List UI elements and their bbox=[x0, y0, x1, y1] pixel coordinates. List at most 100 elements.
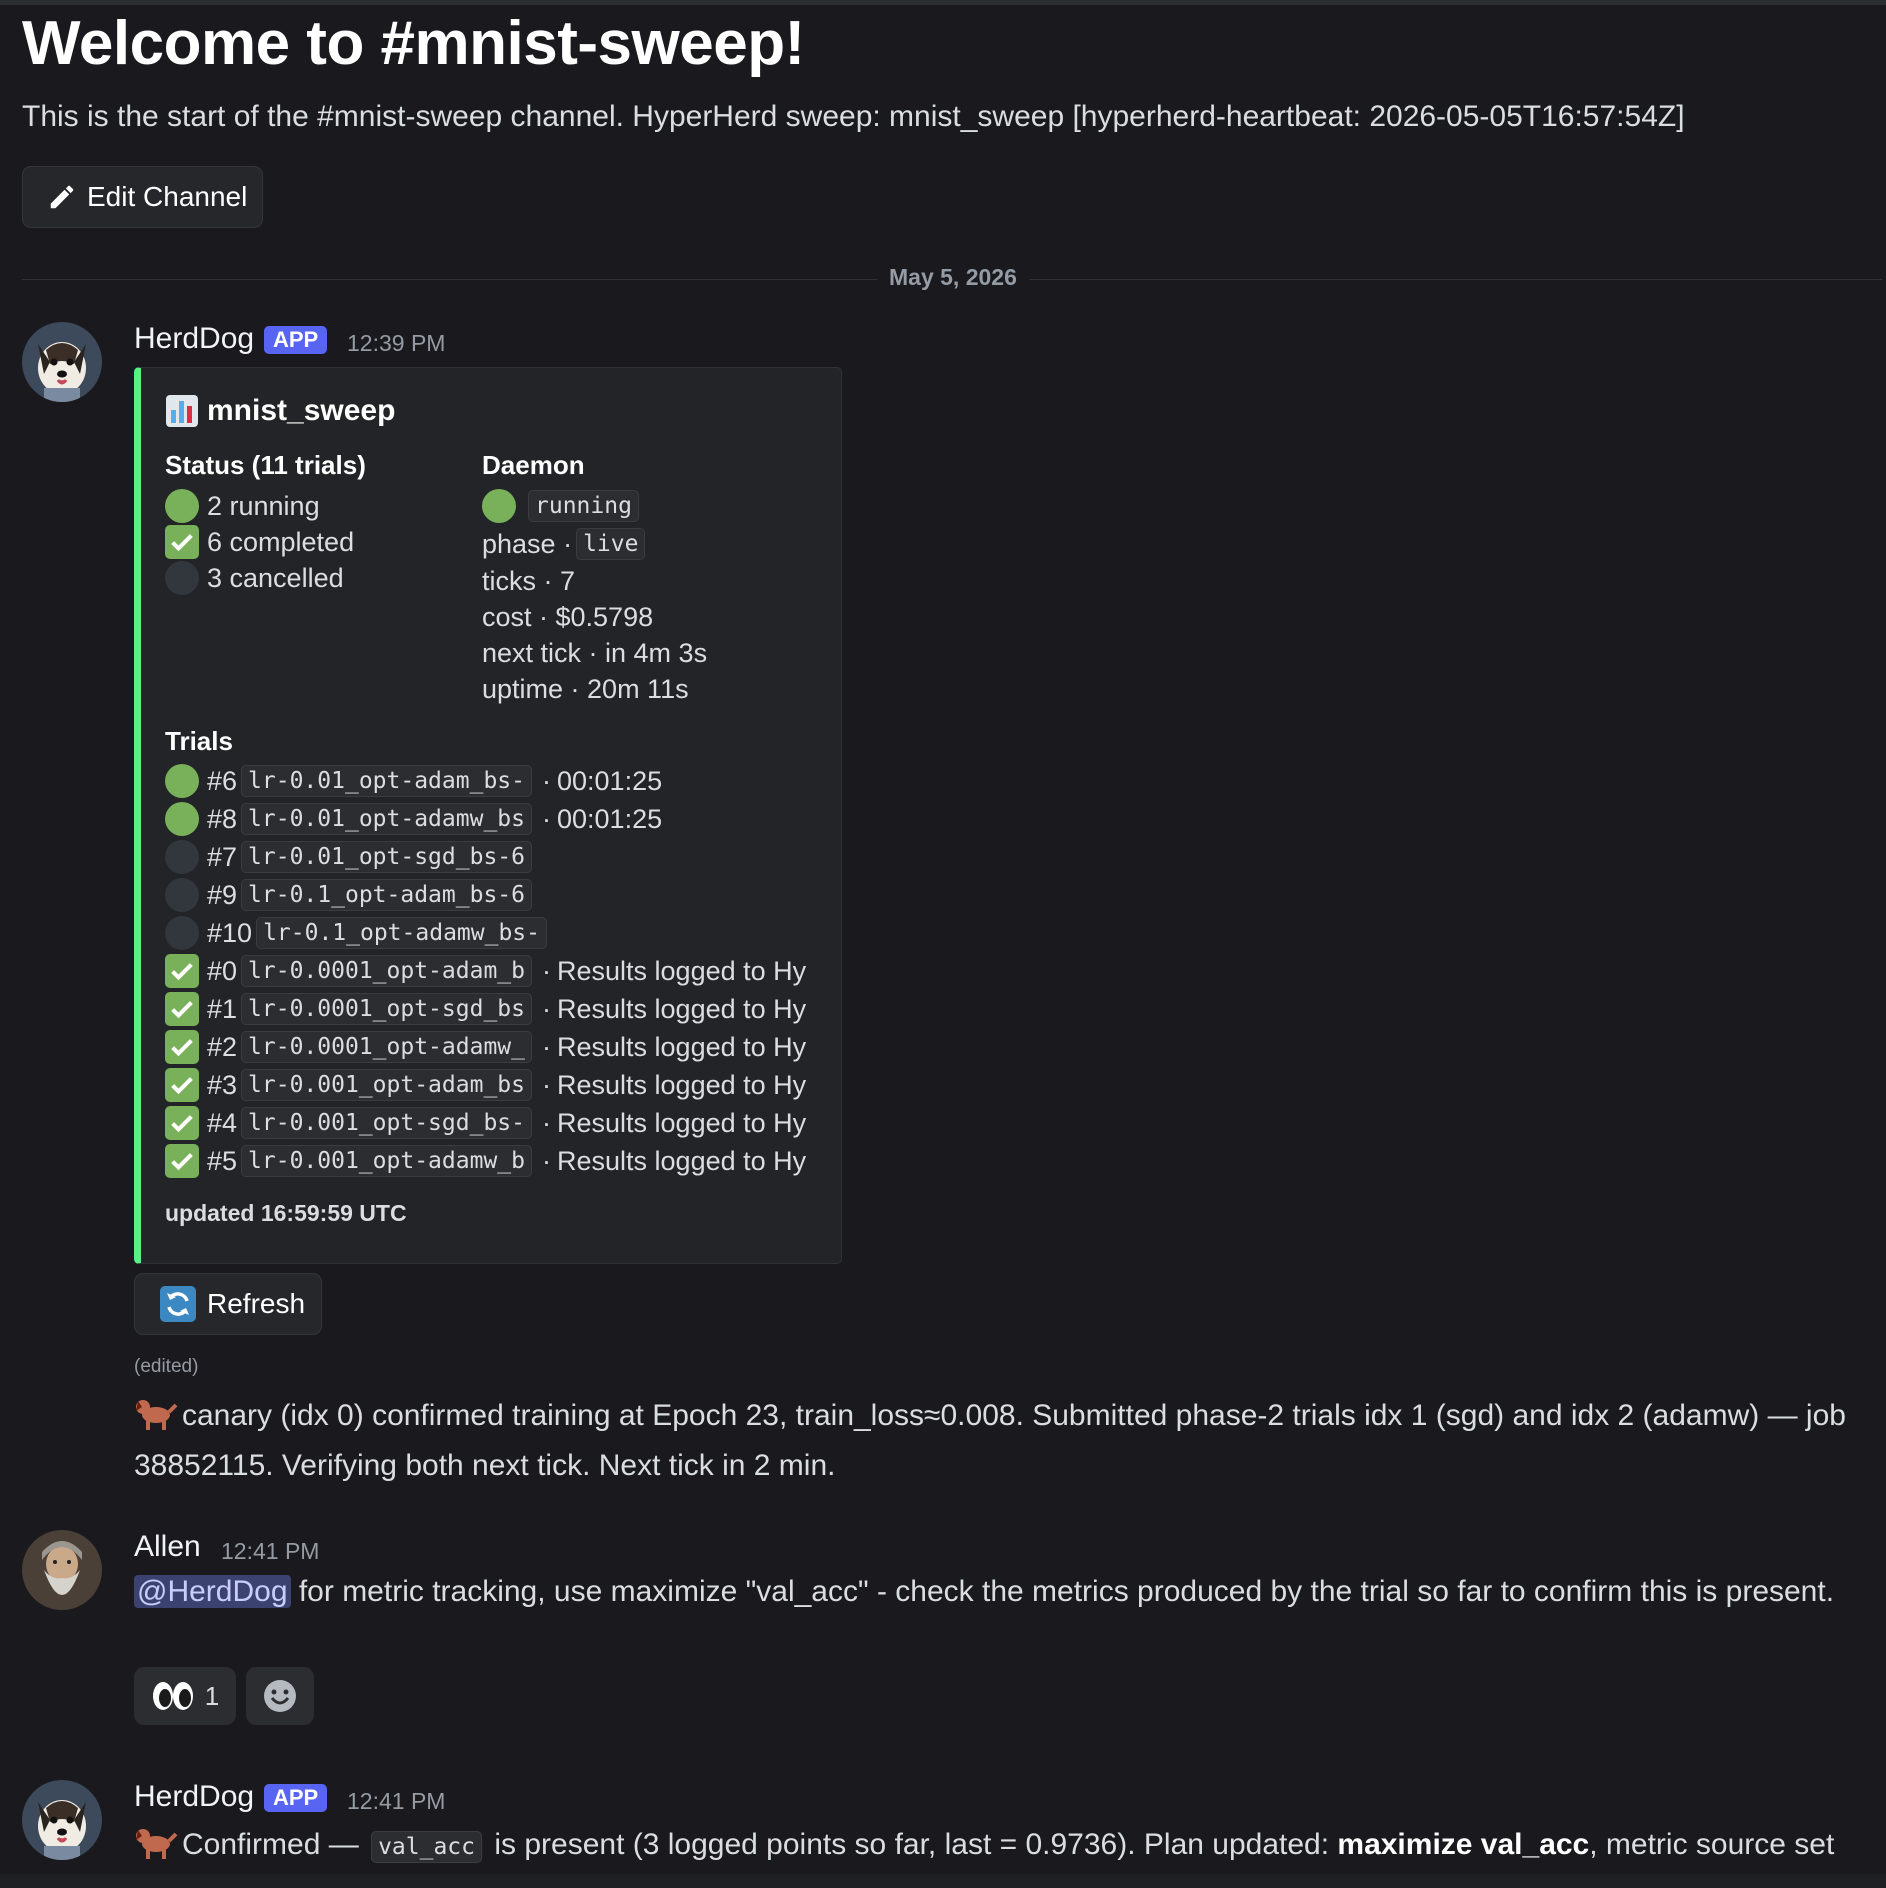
trial-info: 00:01:25 bbox=[557, 803, 663, 834]
daemon-uptime: uptime · 20m 11s bbox=[482, 673, 689, 704]
message-text: Confirmed — val_acc is present (3 logged… bbox=[134, 1823, 1884, 1873]
trial-id: #0 bbox=[207, 955, 238, 986]
daemon-phase: phase · live bbox=[482, 527, 649, 561]
channel-description: This is the start of the #mnist-sweep ch… bbox=[22, 100, 1685, 133]
trial-info: Results logged to Hy bbox=[557, 955, 807, 986]
check-mark-icon bbox=[165, 1030, 199, 1064]
separator-dot: · bbox=[542, 803, 551, 834]
dog-emoji-icon bbox=[134, 1395, 178, 1444]
check-mark-icon bbox=[165, 1068, 199, 1102]
wizard-avatar-icon bbox=[22, 1530, 102, 1610]
trial-info: Results logged to Hy bbox=[557, 1069, 807, 1100]
status-running: 2 running bbox=[165, 489, 320, 523]
check-mark-icon bbox=[165, 954, 199, 988]
trial-row: #5 lr-0.001_opt-adamw_b · Results logged to… bbox=[165, 1144, 806, 1178]
bottom-edge bbox=[0, 1874, 1886, 1888]
message-author[interactable]: HerdDog bbox=[134, 1780, 254, 1814]
dog-avatar-icon bbox=[22, 1780, 102, 1860]
trial-id: #2 bbox=[207, 1031, 238, 1062]
green-circle-icon bbox=[165, 489, 199, 523]
separator-dot: · bbox=[542, 1107, 551, 1138]
trial-id: #8 bbox=[207, 803, 238, 834]
refresh-label: Refresh bbox=[207, 1288, 306, 1319]
trial-id: #4 bbox=[207, 1107, 238, 1138]
pencil-icon bbox=[50, 185, 74, 209]
status-completed: 6 completed bbox=[165, 525, 354, 559]
trial-info: 00:01:25 bbox=[557, 765, 663, 796]
check-mark-icon bbox=[165, 1144, 199, 1178]
date-divider-label: May 5, 2026 bbox=[877, 264, 1029, 291]
check-mark-icon bbox=[165, 992, 199, 1026]
status-heading: Status (11 trials) bbox=[165, 450, 366, 480]
trial-id: #5 bbox=[207, 1145, 238, 1176]
trial-row: #7 lr-0.01_opt-sgd_bs-6 bbox=[165, 840, 536, 874]
trials-heading: Trials bbox=[165, 726, 233, 756]
smiley-icon bbox=[264, 1680, 296, 1712]
trial-info: Results logged to Hy bbox=[557, 1031, 807, 1062]
trial-id: #9 bbox=[207, 879, 238, 910]
daemon-ticks: ticks · 7 bbox=[482, 565, 576, 596]
app-badge: APP bbox=[264, 1784, 328, 1812]
trial-name: lr-0.1_opt-adamw_bs- bbox=[256, 917, 548, 949]
trial-row: #10 lr-0.1_opt-adamw_bs- bbox=[165, 916, 551, 950]
trial-id: #1 bbox=[207, 993, 238, 1024]
trial-name: lr-0.0001_opt-sgd_bs bbox=[241, 993, 532, 1025]
embed-title-text: mnist_sweep bbox=[207, 394, 396, 427]
bar-chart-icon bbox=[166, 395, 198, 427]
trial-name: lr-0.01_opt-adamw_bs bbox=[241, 803, 532, 835]
user-mention[interactable]: @HerdDog bbox=[134, 1575, 291, 1608]
trial-name: lr-0.001_opt-adam_bs bbox=[241, 1069, 532, 1101]
trial-row: #4 lr-0.001_opt-sgd_bs- · Results logged to… bbox=[165, 1106, 806, 1140]
trial-id: #3 bbox=[207, 1069, 238, 1100]
sweep-embed: mnist_sweep Status (11 trials) 2 running… bbox=[134, 367, 842, 1264]
herddog-avatar[interactable] bbox=[22, 322, 102, 402]
green-circle-icon bbox=[165, 764, 199, 798]
message-timestamp[interactable]: 12:41 PM bbox=[347, 1788, 445, 1815]
daemon-heading: Daemon bbox=[482, 450, 585, 480]
dog-avatar-icon bbox=[22, 322, 102, 402]
eyes-reaction[interactable]: 1 bbox=[134, 1667, 236, 1725]
edit-channel-label: Edit Channel bbox=[87, 181, 248, 212]
trial-name: lr-0.001_opt-sgd_bs- bbox=[241, 1107, 532, 1139]
trial-name: lr-0.1_opt-adam_bs-6 bbox=[241, 879, 532, 911]
message-author[interactable]: HerdDog bbox=[134, 322, 254, 356]
edit-channel-button[interactable]: Edit Channel bbox=[22, 166, 263, 228]
herddog-avatar[interactable] bbox=[22, 1780, 102, 1860]
refresh-button[interactable]: Refresh bbox=[134, 1273, 322, 1335]
refresh-icon bbox=[160, 1286, 196, 1322]
trial-row: #3 lr-0.001_opt-adam_bs · Results logged to… bbox=[165, 1068, 806, 1102]
check-mark-icon bbox=[165, 525, 199, 559]
trial-name: lr-0.0001_opt-adamw_ bbox=[241, 1031, 532, 1063]
edited-marker: (edited) bbox=[134, 1356, 199, 1377]
trial-id: #7 bbox=[207, 841, 238, 872]
separator-dot: · bbox=[542, 765, 551, 796]
trial-info: Results logged to Hy bbox=[557, 1107, 807, 1138]
message-text: canary (idx 0) confirmed training at Epo… bbox=[134, 1394, 1854, 1488]
daemon-next-tick: next tick · in 4m 3s bbox=[482, 637, 708, 668]
message-timestamp[interactable]: 12:39 PM bbox=[347, 330, 445, 357]
message-timestamp[interactable]: 12:41 PM bbox=[221, 1538, 319, 1565]
green-circle-icon bbox=[165, 802, 199, 836]
separator-dot: · bbox=[542, 955, 551, 986]
add-reaction-button[interactable] bbox=[246, 1667, 314, 1725]
embed-title: mnist_sweep bbox=[165, 394, 395, 428]
check-mark-icon bbox=[165, 1106, 199, 1140]
trial-row: #0 lr-0.0001_opt-adam_b · Results logged to… bbox=[165, 954, 806, 988]
app-badge: APP bbox=[264, 326, 328, 354]
embed-footer-updated: updated 16:59:59 UTC bbox=[165, 1200, 407, 1226]
trial-name: lr-0.01_opt-sgd_bs-6 bbox=[241, 841, 532, 873]
allen-avatar[interactable] bbox=[22, 1530, 102, 1610]
trial-row: #2 lr-0.0001_opt-adamw_ · Results logged to… bbox=[165, 1030, 806, 1064]
eyes-emoji-icon bbox=[152, 1682, 193, 1710]
welcome-title: Welcome to #mnist-sweep! bbox=[22, 9, 805, 78]
trial-name: lr-0.01_opt-adam_bs- bbox=[241, 765, 532, 797]
trial-row: #9 lr-0.1_opt-adam_bs-6 bbox=[165, 878, 536, 912]
black-circle-icon bbox=[165, 916, 199, 950]
dog-emoji-icon bbox=[134, 1824, 178, 1873]
trial-id: #6 bbox=[207, 765, 238, 796]
message-author[interactable]: Allen bbox=[134, 1530, 201, 1564]
separator-dot: · bbox=[542, 1145, 551, 1176]
reaction-count: 1 bbox=[204, 1680, 220, 1711]
trial-row: #1 lr-0.0001_opt-sgd_bs · Results logged to… bbox=[165, 992, 806, 1026]
trial-name: lr-0.0001_opt-adam_b bbox=[241, 955, 532, 987]
